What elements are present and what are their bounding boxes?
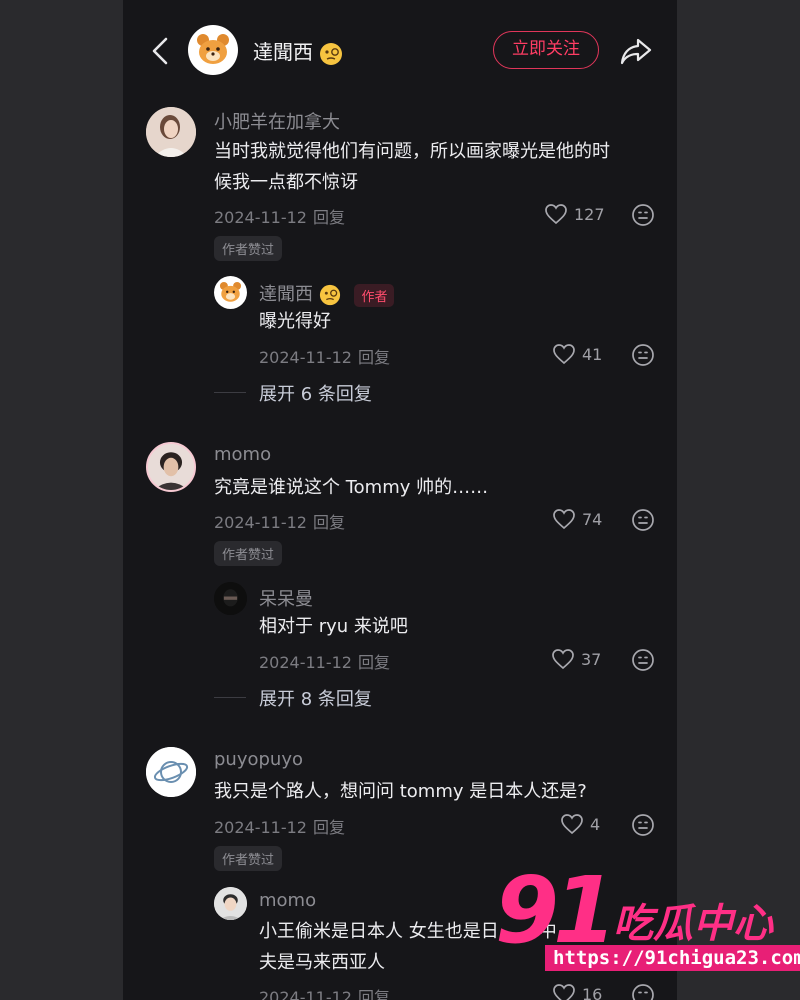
like-button[interactable]: 16 [552, 983, 602, 1000]
like-count: 37 [581, 649, 602, 669]
emoji-reaction-icon[interactable] [631, 203, 655, 227]
expand-replies-button[interactable]: 展开 8 条回复 [259, 685, 372, 711]
heart-icon [561, 814, 583, 835]
reply-link[interactable]: 回复 [313, 513, 345, 532]
reply-text-line2: 夫是马来西亚人 [259, 952, 385, 973]
back-arrow-icon[interactable] [147, 36, 173, 66]
commenter-avatar[interactable] [146, 442, 196, 492]
commenter-username[interactable]: momo [214, 444, 271, 465]
profile-photo-icon [148, 444, 194, 490]
like-count: 74 [582, 509, 603, 529]
emoji-reaction-icon[interactable] [631, 813, 655, 837]
watermark-number: 91 [495, 857, 617, 964]
like-button[interactable]: 4 [560, 813, 600, 835]
comment-meta: 2024-11-12 回复 [214, 814, 345, 838]
reply-avatar[interactable] [214, 887, 247, 920]
reply-date: 2024-11-12 [259, 653, 352, 672]
author-tag: 作者 [354, 283, 395, 307]
profile-photo-icon [214, 887, 247, 920]
top-bar: 達聞西 立即关注 [123, 0, 677, 100]
left-backdrop [0, 0, 123, 1000]
profile-photo-icon [214, 582, 247, 615]
emoji-reaction-icon[interactable] [631, 343, 655, 367]
like-button[interactable]: 37 [551, 648, 601, 670]
reply-meta: 2024-11-12 回复 [259, 984, 390, 1000]
site-watermark: 91 吃瓜中心 https://91chigua23.com [495, 857, 800, 985]
watermark-brand: 吃瓜中心 [613, 901, 773, 947]
comment-date: 2024-11-12 [214, 513, 307, 532]
reply-username[interactable]: 達聞西 作者 [259, 280, 395, 307]
reply-date: 2024-11-12 [259, 348, 352, 367]
reply-avatar[interactable] [214, 276, 247, 309]
reply-username[interactable]: 呆呆曼 [259, 585, 313, 611]
author-liked-badge: 作者赞过 [214, 236, 283, 261]
reply-link[interactable]: 回复 [358, 653, 390, 672]
reply-text: 曝光得好 [259, 311, 331, 332]
watermark-url: https://91chigua23.com [545, 945, 800, 971]
reply-link[interactable]: 回复 [313, 208, 345, 227]
author-liked-badge: 作者赞过 [214, 541, 283, 566]
comment-meta: 2024-11-12 回复 [214, 509, 345, 533]
comment-screen: 達聞西 立即关注 小肥羊在加拿大 当时我就觉得他们有问题，所以画家曝光是他的时 … [123, 0, 677, 1000]
like-button[interactable]: 74 [552, 508, 602, 530]
reply-link[interactable]: 回复 [313, 818, 345, 837]
planet-icon [146, 747, 196, 797]
author-name[interactable]: 達聞西 [253, 36, 343, 66]
author-liked-badge: 作者赞过 [214, 846, 283, 871]
reply-avatar[interactable] [214, 582, 247, 615]
reply-link[interactable]: 回复 [358, 988, 390, 1000]
comment-meta: 2024-11-12 回复 [214, 204, 345, 228]
reply-text-line1: 小王偷米是日本人 女生也是日 [259, 921, 499, 942]
reply-link[interactable]: 回复 [358, 348, 390, 367]
commenter-avatar[interactable] [146, 107, 196, 157]
heart-icon [553, 344, 575, 365]
monocle-face-icon [319, 284, 340, 306]
reply-date: 2024-11-12 [259, 988, 352, 1000]
emoji-reaction-icon[interactable] [631, 648, 655, 672]
reply-meta: 2024-11-12 回复 [259, 344, 390, 368]
like-count: 41 [582, 344, 603, 364]
commenter-avatar[interactable] [146, 747, 196, 797]
monocle-face-icon [320, 42, 343, 65]
emoji-reaction-icon[interactable] [631, 983, 655, 1000]
right-backdrop [677, 0, 800, 1000]
reply-username-text: 達聞西 [259, 284, 313, 305]
share-icon[interactable] [619, 36, 653, 66]
comment-text: 究竟是谁说这个 Tommy 帅的…… [214, 477, 489, 498]
heart-icon [553, 984, 575, 1000]
comment-text: 我只是个路人，想问问 tommy 是日本人还是? [214, 781, 587, 802]
author-name-text: 達聞西 [253, 40, 313, 64]
reply-meta: 2024-11-12 回复 [259, 649, 390, 673]
heart-icon [545, 204, 567, 225]
follow-button[interactable]: 立即关注 [493, 31, 599, 69]
emoji-reaction-icon[interactable] [631, 508, 655, 532]
heart-icon [553, 509, 575, 530]
comment-date: 2024-11-12 [214, 208, 307, 227]
like-count: 4 [590, 814, 601, 834]
like-count: 127 [574, 204, 605, 224]
like-count: 16 [582, 984, 603, 1000]
reply-text: 相对于 ryu 来说吧 [259, 616, 408, 637]
like-button[interactable]: 127 [544, 203, 605, 225]
commenter-username[interactable]: 小肥羊在加拿大 [214, 108, 340, 134]
like-button[interactable]: 41 [552, 343, 602, 365]
expand-divider [214, 392, 246, 393]
commenter-username[interactable]: puyopuyo [214, 749, 303, 770]
comment-date: 2024-11-12 [214, 818, 307, 837]
reply-username[interactable]: momo [259, 890, 316, 911]
profile-photo-icon [146, 107, 196, 157]
bear-icon [219, 281, 242, 302]
expand-divider [214, 697, 246, 698]
comment-text: 当时我就觉得他们有问题，所以画家曝光是他的时 [214, 141, 610, 162]
bear-icon [197, 34, 229, 64]
expand-replies-button[interactable]: 展开 6 条回复 [259, 380, 372, 406]
heart-icon [552, 649, 574, 670]
author-avatar[interactable] [188, 25, 238, 75]
comment-text-line2: 候我一点都不惊讶 [214, 172, 358, 193]
